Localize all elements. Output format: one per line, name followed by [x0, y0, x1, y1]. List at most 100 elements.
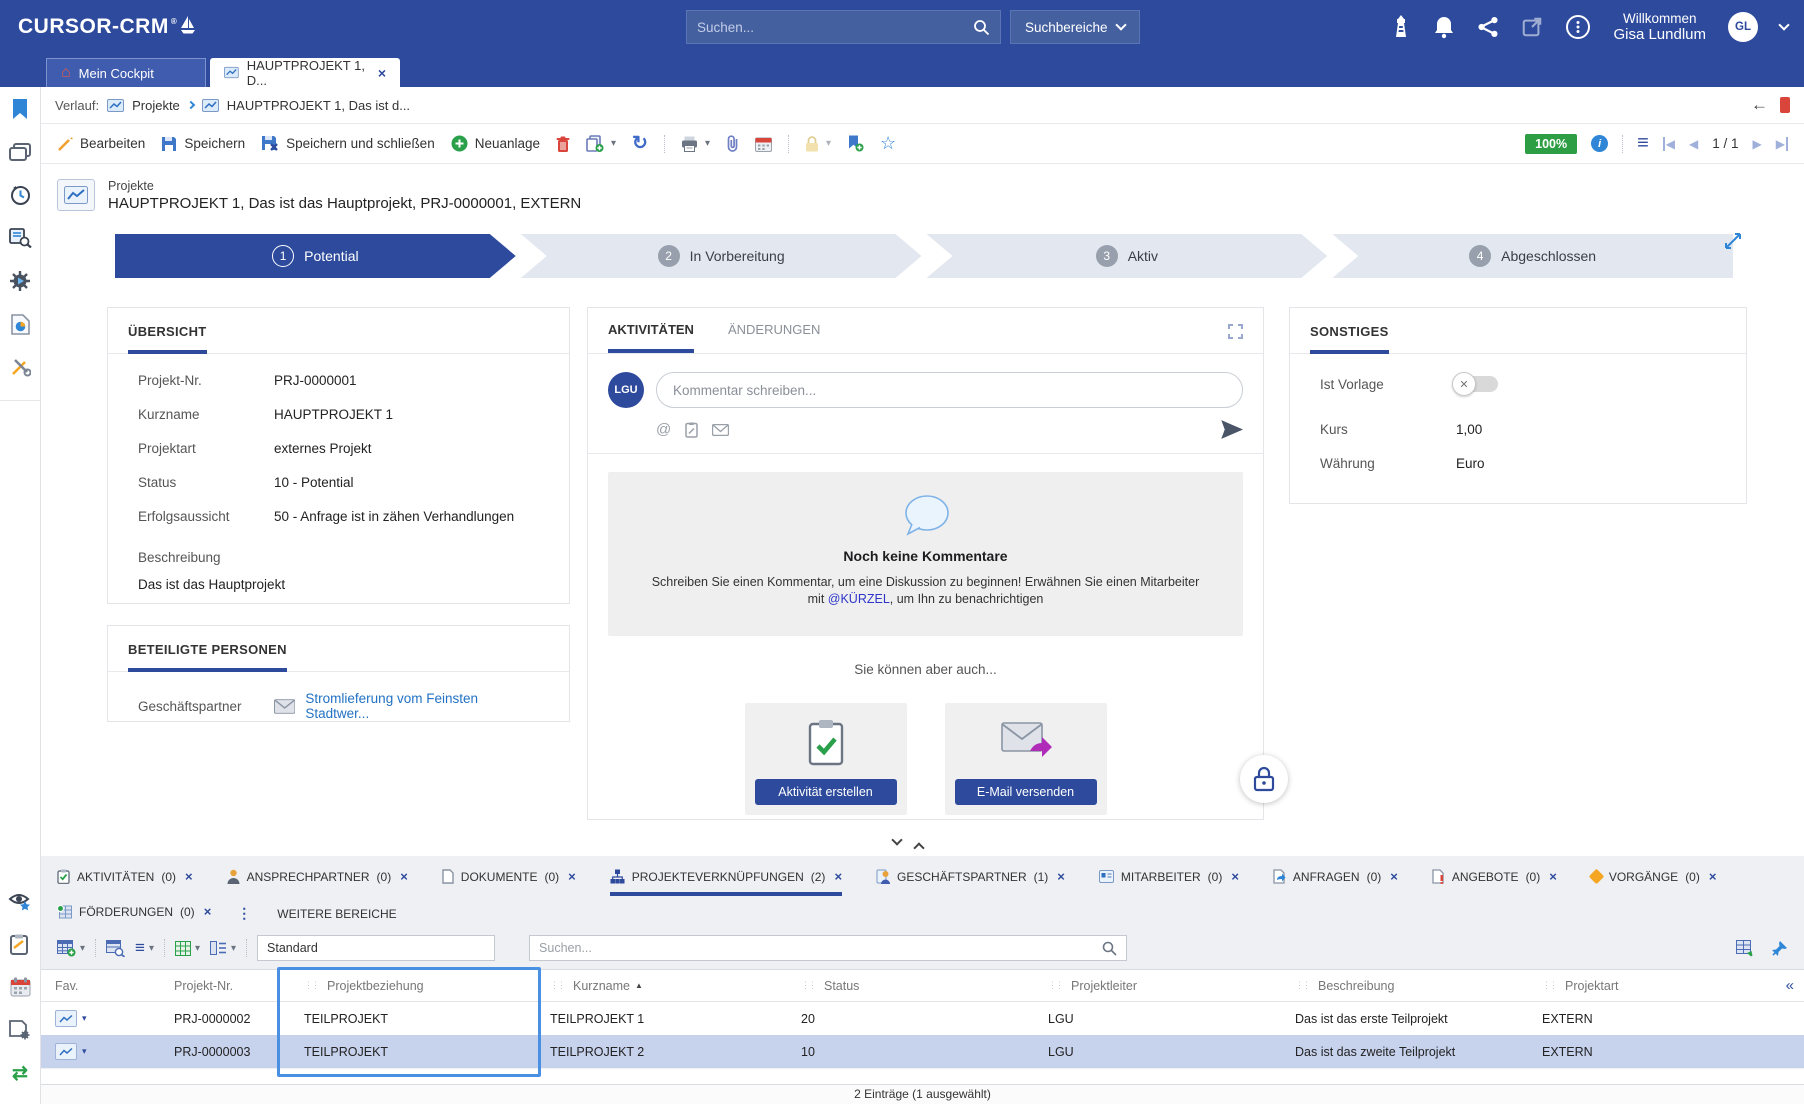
- dropdown-caret-icon[interactable]: ▾: [611, 138, 616, 149]
- notifications-bell-icon[interactable]: [1433, 15, 1455, 39]
- process-gear-icon[interactable]: [8, 269, 32, 293]
- grid-menu-button[interactable]: ≡ ▾: [135, 938, 154, 958]
- dropdown-caret-icon[interactable]: ▾: [705, 138, 710, 149]
- copy-record-button[interactable]: ▾: [586, 135, 616, 152]
- close-tab-icon[interactable]: ×: [568, 869, 576, 884]
- tab-aktivitaeten[interactable]: AKTIVITÄTEN: [608, 322, 694, 353]
- search-icon[interactable]: [1102, 941, 1117, 956]
- drag-handle-icon[interactable]: ⋮⋮: [1542, 980, 1556, 991]
- send-email-button[interactable]: E-Mail versenden: [955, 779, 1097, 805]
- favorite-button[interactable]: ☆: [880, 133, 896, 154]
- tab-aktivitaeten-bottom[interactable]: AKTIVITÄTEN(0)×: [57, 869, 193, 896]
- tab-angebote[interactable]: ANGEBOTE(0)×: [1432, 869, 1557, 896]
- drag-handle-icon[interactable]: ⋮⋮: [304, 980, 318, 991]
- mail-icon[interactable]: [712, 424, 729, 436]
- column-header-beschreibung[interactable]: ⋮⋮Beschreibung: [1281, 979, 1528, 993]
- tools-icon[interactable]: [8, 355, 32, 379]
- project-icon[interactable]: [55, 1010, 77, 1027]
- tab-geschaeftspartner[interactable]: GESCHÄFTSPARTNER(1)×: [876, 869, 1065, 896]
- search-list-icon[interactable]: [8, 226, 32, 250]
- breadcrumb-item-projekte[interactable]: Projekte: [132, 98, 180, 113]
- lock-button[interactable]: ▾: [805, 136, 831, 152]
- close-tab-icon[interactable]: ×: [834, 869, 842, 884]
- close-tab-icon[interactable]: ×: [1390, 869, 1398, 884]
- info-icon[interactable]: i: [1591, 135, 1608, 152]
- edit-button[interactable]: Bearbeiten: [57, 136, 145, 152]
- close-tab-icon[interactable]: ×: [1709, 869, 1717, 884]
- note-icon[interactable]: [685, 422, 698, 438]
- appointments-button[interactable]: [755, 136, 772, 152]
- tab-hauptprojekt[interactable]: HAUPTPROJEKT 1, D... ×: [210, 58, 400, 87]
- prev-page-icon[interactable]: ◀: [1689, 137, 1698, 151]
- column-header-fav[interactable]: Fav.: [41, 979, 160, 993]
- calendar-icon[interactable]: [8, 975, 32, 999]
- more-areas-icon[interactable]: ⋮: [237, 905, 251, 922]
- sync-arrows-icon[interactable]: ⇄: [8, 1061, 32, 1085]
- drag-handle-icon[interactable]: ⋮⋮: [801, 980, 815, 991]
- tab-projekteverknuepfungen[interactable]: PROJEKTEVERKNÜPFUNGEN(2)×: [610, 869, 842, 896]
- search-icon[interactable]: [973, 19, 990, 36]
- history-back-icon[interactable]: ←: [1751, 95, 1768, 115]
- red-flag-icon[interactable]: [1780, 97, 1790, 113]
- watchlist-eye-icon[interactable]: [8, 889, 32, 913]
- dropdown-caret-icon[interactable]: ▾: [195, 943, 200, 954]
- dropdown-caret-icon[interactable]: ▾: [231, 943, 236, 954]
- bookmark-icon[interactable]: [8, 97, 32, 121]
- export-grid-icon[interactable]: [1736, 940, 1755, 957]
- tab-anfragen[interactable]: ANFRAGEN(0)×: [1273, 869, 1398, 896]
- tab-ansprechpartner[interactable]: ANSPRECHPARTNER(0)×: [227, 869, 408, 896]
- attachments-button[interactable]: [726, 135, 739, 152]
- close-tab-icon[interactable]: ×: [400, 869, 408, 884]
- close-tab-icon[interactable]: ×: [185, 869, 193, 884]
- clipboard-edit-icon[interactable]: [8, 932, 32, 956]
- user-avatar[interactable]: GL: [1728, 12, 1758, 42]
- step-in-vorbereitung[interactable]: 2 In Vorbereitung: [521, 234, 922, 278]
- column-header-projektart[interactable]: ⋮⋮Projektart: [1528, 979, 1804, 993]
- tab-mitarbeiter[interactable]: MITARBEITER(0)×: [1099, 869, 1239, 896]
- search-scope-button[interactable]: Suchbereiche: [1010, 10, 1140, 44]
- step-potential[interactable]: 1 Potential: [115, 234, 516, 278]
- grid-new-record-button[interactable]: ▾: [57, 940, 85, 957]
- print-button[interactable]: ▾: [681, 136, 710, 152]
- row-dropdown-icon[interactable]: ▾: [82, 1013, 87, 1024]
- grid-search-input[interactable]: [539, 941, 1102, 955]
- refresh-button[interactable]: ↻: [632, 132, 648, 155]
- close-tab-icon[interactable]: ×: [1549, 869, 1557, 884]
- lock-floating-button[interactable]: [1240, 755, 1288, 803]
- table-row-selected[interactable]: ▾ PRJ-0000003 TEILPROJEKT TEILPROJEKT 2 …: [41, 1035, 1804, 1068]
- menu-icon[interactable]: ≡: [1637, 132, 1649, 155]
- tab-mein-cockpit[interactable]: ⌂ Mein Cockpit: [46, 58, 206, 87]
- tab-foerderungen[interactable]: FÖRDERUNGEN(0)×: [57, 904, 211, 923]
- dropdown-caret-icon[interactable]: ▾: [826, 138, 831, 149]
- share-icon[interactable]: [1477, 16, 1499, 38]
- open-external-icon[interactable]: [1521, 16, 1543, 38]
- delete-button[interactable]: [556, 136, 570, 152]
- collapse-steps-icon[interactable]: [1724, 232, 1742, 250]
- history-clock-icon[interactable]: [8, 183, 32, 207]
- collapse-up-icon[interactable]: [913, 842, 924, 853]
- save-close-button[interactable]: Speichern und schließen: [261, 135, 435, 152]
- next-page-icon[interactable]: ▶: [1753, 137, 1762, 151]
- first-page-icon[interactable]: ◀: [1663, 137, 1675, 151]
- grid-columns-button[interactable]: ▾: [210, 941, 236, 955]
- dropdown-caret-icon[interactable]: ▾: [149, 943, 154, 954]
- zoom-level-badge[interactable]: 100%: [1525, 134, 1577, 154]
- step-aktiv[interactable]: 3 Aktiv: [927, 234, 1328, 278]
- save-button[interactable]: Speichern: [161, 136, 245, 152]
- drag-handle-icon[interactable]: ⋮⋮: [1048, 980, 1062, 991]
- drag-handle-icon[interactable]: ⋮⋮: [1295, 980, 1309, 991]
- lighthouse-icon[interactable]: [1391, 15, 1411, 39]
- fullscreen-icon[interactable]: [1228, 324, 1243, 339]
- ist-vorlage-toggle[interactable]: ✕: [1456, 376, 1498, 392]
- step-abgeschlossen[interactable]: 4 Abgeschlossen: [1332, 234, 1733, 278]
- grid-layout-button[interactable]: ▾: [175, 941, 200, 956]
- comment-input[interactable]: [656, 372, 1243, 408]
- close-tab-icon[interactable]: ×: [378, 65, 386, 81]
- business-partner-link[interactable]: Stromlieferung vom Feinsten Stadtwer...: [305, 691, 539, 721]
- more-areas-label[interactable]: WEITERE BEREICHE: [277, 907, 396, 921]
- close-tab-icon[interactable]: ×: [1231, 869, 1239, 884]
- more-options-icon[interactable]: [1565, 14, 1591, 40]
- view-name-input[interactable]: [257, 935, 495, 961]
- column-header-projektbeziehung[interactable]: ⋮⋮Projektbeziehung: [290, 979, 536, 993]
- document-settings-icon[interactable]: [8, 1018, 32, 1042]
